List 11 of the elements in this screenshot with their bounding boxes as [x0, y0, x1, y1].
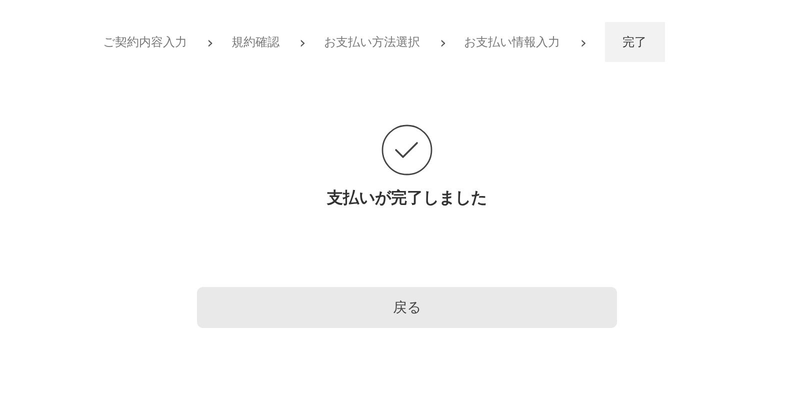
- chevron-icon: ›: [299, 32, 306, 52]
- chevron-icon: ›: [580, 32, 587, 52]
- completion-message: 支払いが完了しました: [327, 188, 487, 209]
- check-circle-icon: [381, 124, 433, 176]
- chevron-icon: ›: [440, 32, 446, 52]
- step-label: ご契約内容入力: [103, 34, 187, 50]
- step-label: お支払い方法選択: [324, 34, 420, 50]
- step-label: 規約確認: [231, 34, 280, 50]
- back-button[interactable]: 戻る: [197, 287, 617, 328]
- chevron-icon: ›: [207, 32, 214, 52]
- step-label: お支払い情報入力: [464, 34, 560, 50]
